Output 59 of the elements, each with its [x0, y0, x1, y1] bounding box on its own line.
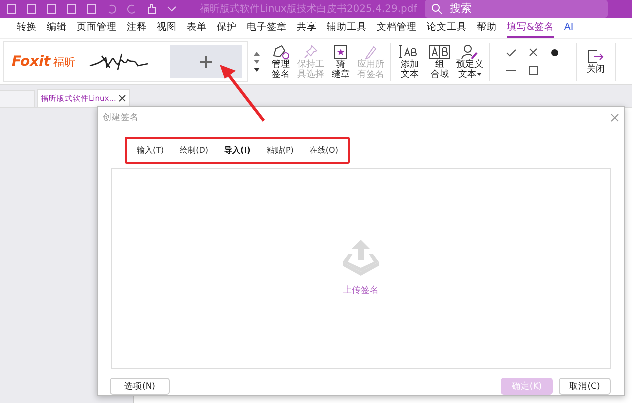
menu-tab[interactable]: 表单	[187, 18, 207, 38]
dot-icon[interactable]	[551, 48, 559, 56]
menu-tab[interactable]: 文档管理	[377, 18, 417, 38]
caret-icon	[476, 72, 482, 76]
menu-tab[interactable]: 注释	[127, 18, 147, 38]
upload-signature-link[interactable]: 上传签名	[343, 284, 379, 297]
window-title: 福昕版式软件Linux版技术白皮书2025.4.29.pdf	[200, 2, 418, 16]
line-icon[interactable]	[506, 70, 516, 72]
signature-pen-icon	[272, 44, 290, 60]
scroll-up-icon[interactable]	[254, 52, 260, 56]
hand-icon[interactable]	[146, 3, 158, 15]
form-field-icon	[429, 44, 451, 60]
search-field[interactable]: 搜索	[425, 0, 608, 18]
menu-tab[interactable]: AI	[564, 20, 574, 36]
menu-tab[interactable]: 保护	[217, 18, 237, 38]
expand-icon[interactable]	[254, 68, 260, 72]
logo: Foxit 福昕	[12, 54, 77, 70]
close-button[interactable]: 关闭	[582, 48, 610, 74]
menu-tab[interactable]: 论文工具	[427, 18, 467, 38]
upload-area[interactable]: 上传签名	[111, 168, 611, 369]
menu-tab[interactable]: 辅助工具	[327, 18, 367, 38]
menu-tab[interactable]: 视图	[157, 18, 177, 38]
menu-tab[interactable]: 页面管理	[77, 18, 117, 38]
dialog-tab[interactable]: 输入(T)	[129, 142, 172, 158]
menu-tab[interactable]: 编辑	[47, 18, 67, 38]
ribbon-tool-button[interactable]: 添加 文本	[396, 44, 424, 80]
search-input[interactable]: 搜索	[448, 2, 602, 16]
dialog-tab[interactable]: 导入(I)	[216, 142, 259, 158]
cancel-button[interactable]: 取消(C)	[559, 378, 611, 395]
dialog-tab[interactable]: 粘贴(P)	[258, 142, 302, 158]
checkmark-icon[interactable]	[506, 48, 516, 56]
pen-icon	[363, 44, 379, 60]
ribbon-tool-button[interactable]: 预定义 文本	[456, 44, 484, 80]
menu-tab[interactable]: 帮助	[477, 18, 497, 38]
pin-icon	[303, 44, 319, 60]
ribbon-tool-button[interactable]: 骑 缝章	[327, 44, 355, 80]
menu-tab[interactable]: 电子签章	[247, 18, 287, 38]
ribbon-tool-button[interactable]: 组 合域	[426, 44, 454, 80]
search-icon	[431, 3, 444, 15]
user-pen-icon	[461, 44, 479, 60]
pointer-arrow	[218, 64, 266, 122]
close-icon[interactable]	[119, 95, 126, 102]
cross-icon[interactable]	[528, 48, 538, 57]
dialog-title: 创建签名	[103, 112, 139, 124]
ribbon-tool-button[interactable]: 管理 签名	[267, 44, 295, 80]
upload-tray-icon	[341, 240, 381, 276]
seal-stamp-icon	[333, 44, 349, 60]
add-signature-button[interactable]	[170, 45, 242, 78]
undo-icon[interactable]	[106, 3, 118, 15]
square-icon[interactable]	[528, 66, 538, 75]
dialog-tab[interactable]: 绘制(D)	[172, 142, 217, 158]
plus-icon	[200, 56, 212, 68]
menu-tab[interactable]: 转换	[17, 18, 37, 38]
dialog-tab[interactable]: 在线(O)	[302, 142, 346, 158]
exit-icon	[587, 48, 605, 64]
scroll-down-icon[interactable]	[254, 60, 260, 64]
options-button[interactable]: 选项(N)	[110, 378, 170, 395]
redo-icon[interactable]	[126, 3, 138, 15]
menu-tab[interactable]: 共享	[297, 18, 317, 38]
